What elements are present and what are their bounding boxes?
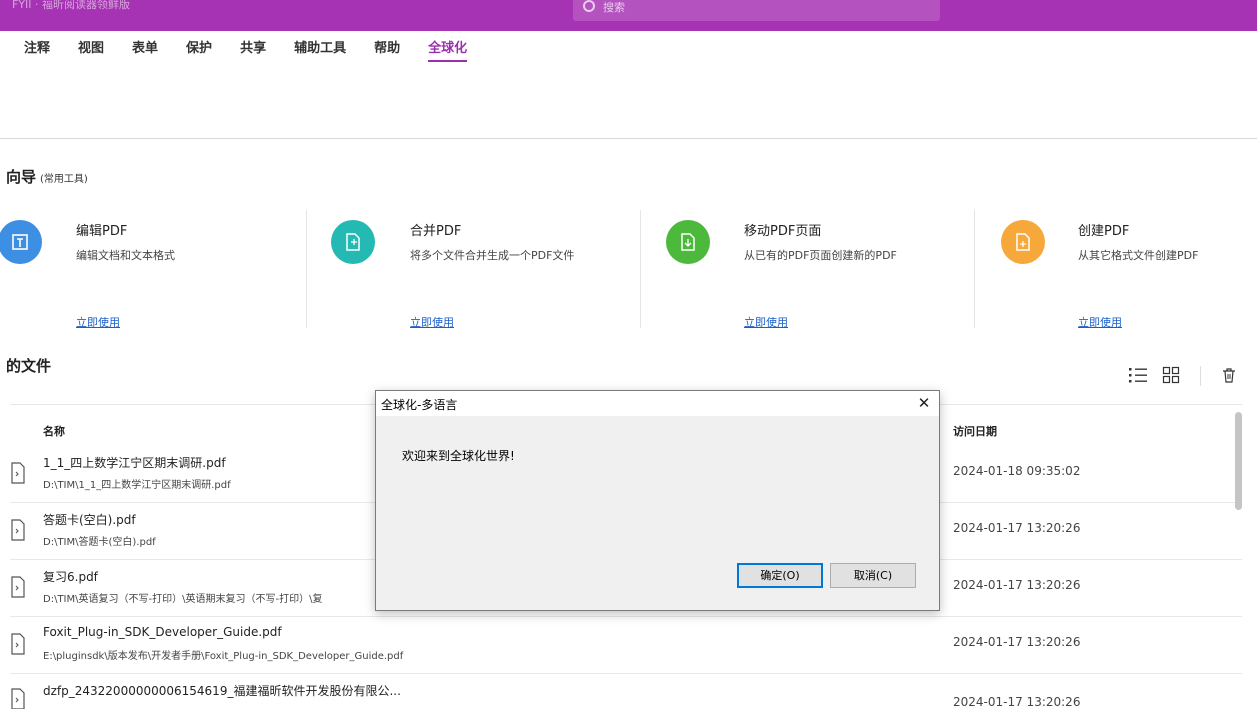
- ribbon: 注释 视图 表单 保护 共享 辅助工具 帮助 全球化: [0, 31, 1257, 139]
- tab-protect[interactable]: 保护: [186, 37, 212, 62]
- ribbon-tabs: 注释 视图 表单 保护 共享 辅助工具 帮助 全球化: [24, 37, 495, 62]
- file-name: 复习6.pdf: [43, 570, 98, 584]
- guide-section-title: 向导 (常用工具): [6, 166, 88, 187]
- tab-comment[interactable]: 注释: [24, 37, 50, 62]
- tab-help[interactable]: 帮助: [374, 37, 400, 62]
- file-row[interactable]: dzfp_24322000000006154619_福建福昕软件开发股份有限公.…: [10, 674, 1242, 709]
- app-window: FYII · 福昕阅读器领鲜版 搜索 注释 视图 表单 保护 共享 辅助工具 帮…: [0, 0, 1257, 709]
- file-name: dzfp_24322000000006154619_福建福昕软件开发股份有限公.…: [43, 684, 401, 698]
- close-icon[interactable]: ✕: [909, 391, 939, 416]
- guide-cards: 编辑PDF 编辑文档和文本格式 立即使用 合并PDF 将多个文件合并生成一个PD…: [0, 208, 1257, 330]
- file-path: D:\TIM\英语复习（不写-打印）\英语期末复习（不写-打印）\复: [43, 594, 323, 605]
- create-pdf-icon: [1001, 220, 1045, 264]
- files-scrollbar[interactable]: [1235, 412, 1242, 510]
- card-desc: 编辑文档和文本格式: [76, 249, 175, 262]
- file-path: D:\TIM\1_1_四上数学江宁区期末调研.pdf: [43, 480, 231, 491]
- file-date: 2024-01-18 09:35:02: [953, 464, 1081, 478]
- window-title: FYII · 福昕阅读器领鲜版: [12, 0, 131, 11]
- file-name: 答题卡(空白).pdf: [43, 513, 136, 527]
- tab-globalization[interactable]: 全球化: [428, 37, 468, 62]
- card-desc: 将多个文件合并生成一个PDF文件: [410, 249, 575, 262]
- pdf-file-icon: [10, 633, 26, 659]
- file-date: 2024-01-17 13:20:26: [953, 521, 1081, 535]
- pdf-file-icon: [10, 519, 26, 545]
- delete-icon[interactable]: [1220, 366, 1238, 388]
- search-box[interactable]: 搜索: [573, 0, 940, 21]
- card-title: 合并PDF: [410, 224, 462, 239]
- move-pages-icon: [666, 220, 710, 264]
- file-name: Foxit_Plug-in_SDK_Developer_Guide.pdf: [43, 625, 282, 639]
- ok-button[interactable]: 确定(O): [737, 563, 823, 588]
- column-header-date[interactable]: 访问日期: [953, 423, 997, 439]
- card-merge-pdf[interactable]: 合并PDF 将多个文件合并生成一个PDF文件 立即使用: [331, 208, 631, 330]
- card-title: 创建PDF: [1078, 224, 1130, 239]
- tab-accessibility[interactable]: 辅助工具: [294, 37, 346, 62]
- card-create-pdf[interactable]: 创建PDF 从其它格式文件创建PDF 立即使用: [1001, 208, 1251, 330]
- guide-subtitle: (常用工具): [40, 174, 88, 185]
- list-view-icon[interactable]: [1128, 366, 1148, 388]
- file-path: D:\TIM\答题卡(空白).pdf: [43, 537, 156, 548]
- card-title: 编辑PDF: [76, 224, 128, 239]
- file-date: 2024-01-17 13:20:26: [953, 635, 1081, 649]
- search-placeholder: 搜索: [603, 1, 625, 14]
- search-icon: [583, 0, 595, 12]
- tab-form[interactable]: 表单: [132, 37, 158, 62]
- tab-view[interactable]: 视图: [78, 37, 104, 62]
- file-date: 2024-01-17 13:20:26: [953, 578, 1081, 592]
- globalization-dialog: 全球化-多语言 ✕ 欢迎来到全球化世界! 确定(O) 取消(C): [375, 390, 940, 611]
- dialog-title-bar: 全球化-多语言 ✕: [376, 391, 939, 416]
- cancel-button[interactable]: 取消(C): [830, 563, 916, 588]
- use-now-link[interactable]: 立即使用: [410, 314, 454, 330]
- title-bar: FYII · 福昕阅读器领鲜版 搜索: [0, 0, 1257, 31]
- toolbar-divider: [1200, 366, 1201, 386]
- use-now-link[interactable]: 立即使用: [744, 314, 788, 330]
- card-desc: 从已有的PDF页面创建新的PDF: [744, 249, 897, 262]
- file-row[interactable]: Foxit_Plug-in_SDK_Developer_Guide.pdf E:…: [10, 617, 1242, 674]
- merge-icon: [331, 220, 375, 264]
- card-desc: 从其它格式文件创建PDF: [1078, 249, 1199, 262]
- pdf-file-icon: [10, 576, 26, 602]
- edit-text-icon: [0, 220, 42, 264]
- column-header-name[interactable]: 名称: [43, 423, 65, 439]
- card-title: 移动PDF页面: [744, 224, 822, 239]
- card-edit-pdf[interactable]: 编辑PDF 编辑文档和文本格式 立即使用: [0, 208, 298, 330]
- file-path: E:\pluginsdk\版本发布\开发者手册\Foxit_Plug-in_SD…: [43, 651, 404, 662]
- use-now-link[interactable]: 立即使用: [76, 314, 120, 330]
- card-divider: [974, 210, 975, 328]
- pdf-file-icon: [10, 462, 26, 488]
- tab-share[interactable]: 共享: [240, 37, 266, 62]
- dialog-title: 全球化-多语言: [381, 398, 458, 412]
- card-divider: [640, 210, 641, 328]
- pdf-file-icon: [10, 688, 26, 709]
- dialog-message: 欢迎来到全球化世界!: [402, 449, 515, 463]
- file-date: 2024-01-17 13:20:26: [953, 695, 1081, 709]
- file-name: 1_1_四上数学江宁区期末调研.pdf: [43, 456, 226, 470]
- files-section-title: 的文件: [6, 357, 52, 375]
- card-move-pages[interactable]: 移动PDF页面 从已有的PDF页面创建新的PDF 立即使用: [666, 208, 966, 330]
- guide-title: 向导: [6, 168, 37, 186]
- grid-view-icon[interactable]: [1162, 366, 1180, 388]
- card-divider: [306, 210, 307, 328]
- use-now-link[interactable]: 立即使用: [1078, 314, 1122, 330]
